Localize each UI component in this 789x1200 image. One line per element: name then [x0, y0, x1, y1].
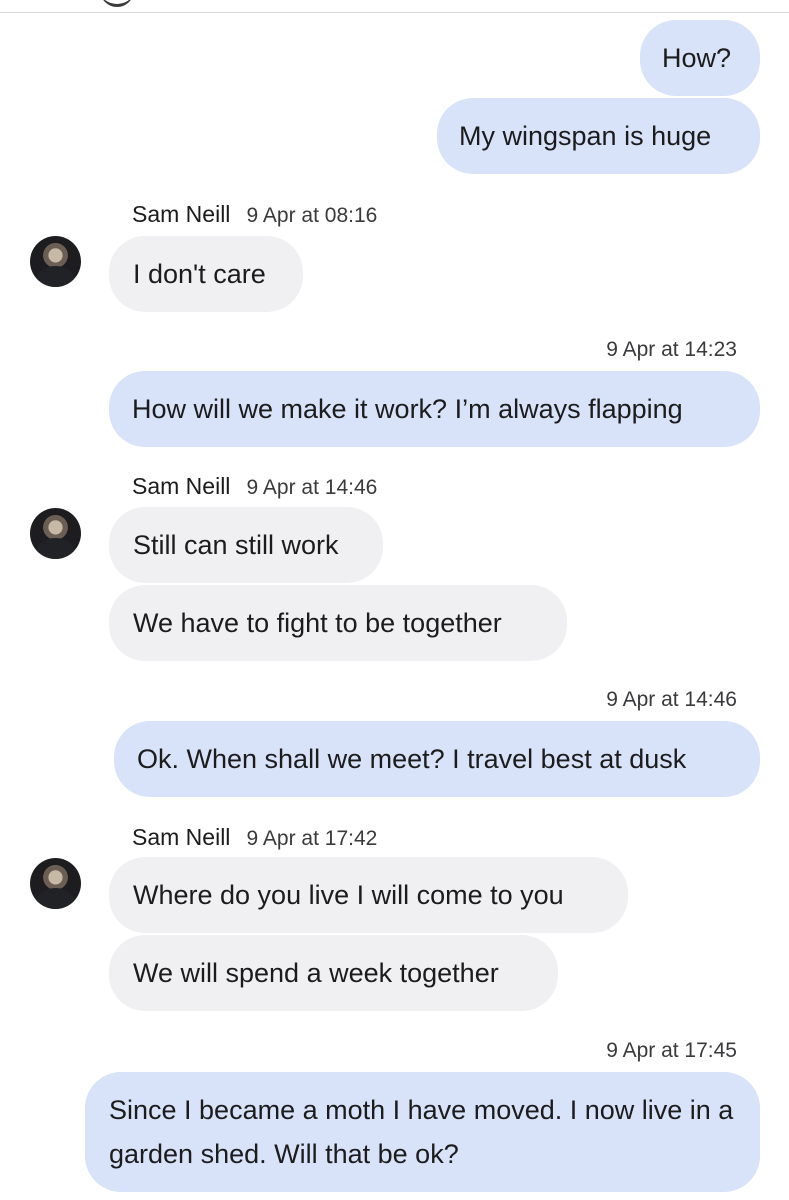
message-timestamp: 9 Apr at 14:23 — [606, 338, 737, 361]
header-divider — [0, 12, 789, 13]
message-timestamp: 9 Apr at 17:45 — [606, 1039, 737, 1062]
message-bubble-incoming[interactable]: We have to fight to be together — [109, 585, 567, 661]
sender-name: Sam Neill — [132, 824, 231, 850]
message-text: How will we make it work? I’m always fla… — [132, 394, 683, 424]
header-fragment — [100, 0, 134, 7]
message-text: Since I became a moth I have moved. I no… — [109, 1095, 734, 1169]
message-meta: Sam Neill 9 Apr at 14:46 — [132, 473, 377, 500]
message-bubble-incoming[interactable]: Where do you live I will come to you — [109, 857, 628, 933]
message-bubble-incoming[interactable]: Still can still work — [109, 507, 383, 583]
message-meta: Sam Neill 9 Apr at 17:42 — [132, 824, 377, 851]
message-meta: Sam Neill 9 Apr at 08:16 — [132, 201, 377, 228]
sender-name: Sam Neill — [132, 473, 231, 499]
message-text: How? — [662, 43, 732, 73]
contact-avatar[interactable] — [30, 858, 81, 909]
message-bubble-outgoing[interactable]: Ok. When shall we meet? I travel best at… — [114, 721, 760, 797]
sender-name: Sam Neill — [132, 201, 231, 227]
message-text: Where do you live I will come to you — [133, 880, 564, 910]
message-bubble-outgoing[interactable]: My wingspan is huge — [437, 98, 760, 174]
message-text: I don't care — [133, 259, 266, 289]
message-timestamp: 9 Apr at 14:46 — [246, 476, 378, 499]
message-text: We will spend a week together — [133, 958, 499, 988]
message-timestamp: 9 Apr at 17:42 — [246, 827, 378, 850]
message-bubble-outgoing[interactable]: How? — [640, 20, 760, 96]
message-text: Ok. When shall we meet? I travel best at… — [137, 744, 687, 774]
message-text: We have to fight to be together — [133, 608, 502, 638]
message-text: Still can still work — [133, 530, 339, 560]
message-timestamp: 9 Apr at 14:46 — [606, 688, 737, 711]
message-text: My wingspan is huge — [459, 121, 712, 151]
contact-avatar[interactable] — [30, 508, 81, 559]
message-bubble-outgoing[interactable]: How will we make it work? I’m always fla… — [109, 371, 760, 447]
message-timestamp: 9 Apr at 08:16 — [246, 204, 378, 227]
message-bubble-outgoing[interactable]: Since I became a moth I have moved. I no… — [85, 1072, 760, 1192]
message-bubble-incoming[interactable]: We will spend a week together — [109, 935, 558, 1011]
contact-avatar[interactable] — [30, 236, 81, 287]
message-bubble-incoming[interactable]: I don't care — [109, 236, 303, 312]
